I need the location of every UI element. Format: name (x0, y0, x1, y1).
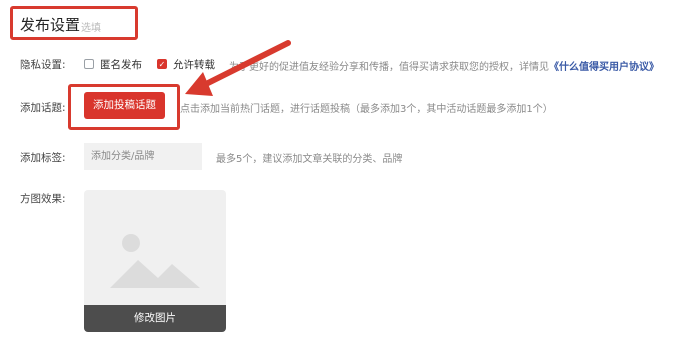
page-title: 发布设置 (20, 16, 81, 34)
optional-tag: 选填 (81, 23, 101, 34)
anonymous-label[interactable]: 匿名发布 (100, 57, 142, 72)
check-icon: ✓ (158, 60, 166, 69)
allow-repost-label[interactable]: 允许转载 (173, 57, 215, 72)
privacy-hint-text: 为了更好的促进值友经验分享和传播，值得买请求获取您的授权，详情见 (229, 62, 549, 73)
privacy-label: 隐私设置: (20, 59, 66, 71)
allow-repost-checkbox[interactable]: ✓ (157, 59, 167, 69)
cover-label: 方图效果: (20, 193, 66, 205)
add-topic-button[interactable]: 添加投稿话题 (84, 92, 165, 119)
cover-image-card[interactable]: 修改图片 (84, 190, 226, 332)
user-agreement-link[interactable]: 《什么值得买用户协议》 (549, 62, 659, 73)
tags-label: 添加标签: (20, 152, 66, 164)
image-placeholder-icon (110, 234, 200, 288)
edit-image-button[interactable]: 修改图片 (84, 305, 226, 332)
tag-input[interactable] (84, 143, 202, 170)
tags-hint: 最多5个，建议添加文章关联的分类、品牌 (216, 154, 403, 165)
anonymous-checkbox[interactable] (84, 59, 94, 69)
privacy-hint: 为了更好的促进值友经验分享和传播，值得买请求获取您的授权，详情见《什么值得买用户… (229, 58, 659, 73)
topic-label: 添加话题: (20, 102, 66, 114)
topic-hint: 点击添加当前热门话题，进行话题投稿（最多添加3个，其中活动话题最多添加1个） (180, 104, 553, 115)
